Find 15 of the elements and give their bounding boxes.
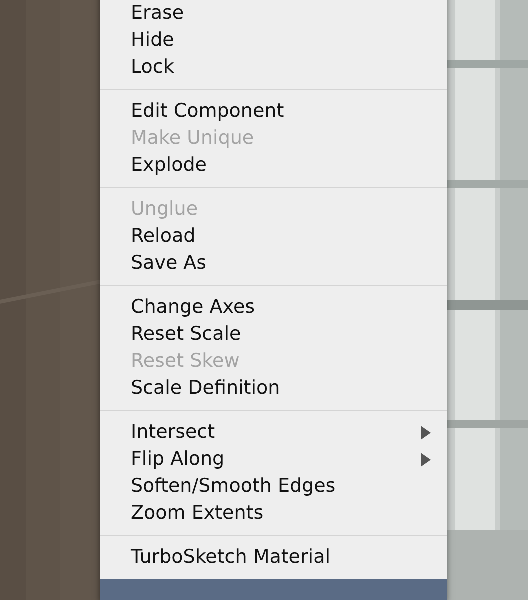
menu-item[interactable]: Flip Along (100, 446, 447, 473)
menu-item[interactable]: Intersect (100, 419, 447, 446)
menu-item[interactable]: Scale Definition (100, 375, 447, 402)
menu-item[interactable]: Change Axes (100, 294, 447, 321)
menu-item[interactable]: Explode (100, 152, 447, 179)
menu-item[interactable]: Save As (100, 250, 447, 277)
menu-item[interactable]: Erase (100, 0, 447, 27)
menu-item[interactable]: Zoom Extents (100, 500, 447, 527)
menu-item[interactable]: TurboSketch Material (100, 544, 447, 571)
menu-item[interactable]: Soften/Smooth Edges (100, 473, 447, 500)
menu-item[interactable]: Reset Scale (100, 321, 447, 348)
menu-item[interactable]: Lock (100, 54, 447, 81)
menu-item[interactable]: Edit Component (100, 98, 447, 125)
menu-item[interactable]: Reload (100, 223, 447, 250)
menu-item[interactable]: Hide (100, 27, 447, 54)
